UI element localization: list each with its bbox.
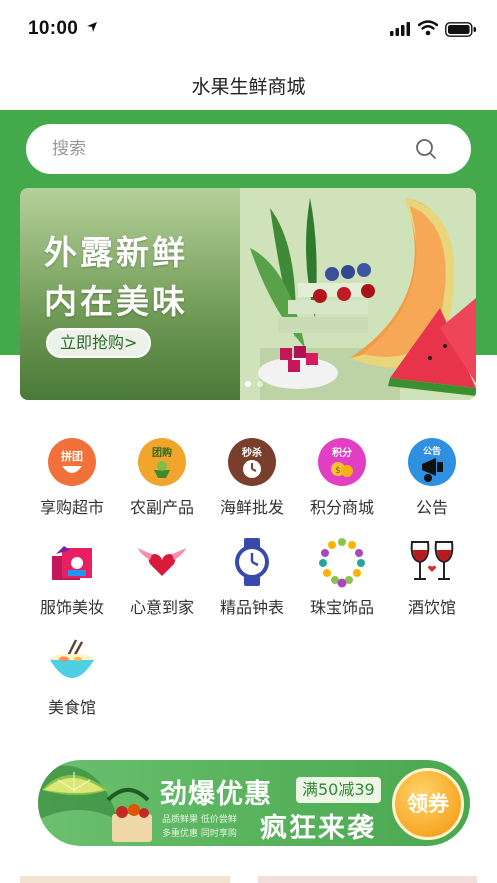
- announcement-icon: 公告: [408, 438, 456, 486]
- winged-heart-icon: [138, 548, 186, 576]
- category-item[interactable]: 心意到家: [117, 536, 207, 618]
- buy-now-button[interactable]: 立即抢购>: [46, 328, 152, 358]
- category-item[interactable]: 精品钟表: [207, 536, 297, 618]
- search-input[interactable]: [52, 136, 412, 162]
- coupon-subtitle: 多重优惠 同时享购: [162, 829, 237, 839]
- group-buy-icon: 拼团: [48, 438, 96, 486]
- coupon-banner[interactable]: 劲爆优惠 满50减39 品质鲜果 低价尝鲜 多重优惠 同时享购 疯狂来袭 领券: [38, 760, 470, 846]
- banner-headline-line2: 内在美味: [44, 282, 188, 321]
- carousel-dot: [257, 381, 263, 387]
- category-badge: 团购: [152, 446, 172, 459]
- banner-headline: 外露新鲜 内在美味: [44, 228, 244, 326]
- category-label: 心意到家: [129, 598, 194, 617]
- category-item[interactable]: 珠宝饰品: [297, 536, 387, 618]
- watch-icon: [235, 538, 269, 586]
- search-bar[interactable]: [26, 124, 471, 174]
- clothing-icon: [52, 546, 92, 580]
- fruit-basket-icon: [38, 765, 152, 842]
- seckill-icon: 秒杀: [228, 438, 276, 486]
- category-item[interactable]: 秒杀 海鲜批发: [207, 436, 297, 518]
- coupon-headline: 疯狂来袭: [260, 813, 376, 844]
- category-item[interactable]: 服饰美妆: [27, 536, 117, 618]
- category-label: 享购超市: [39, 498, 104, 517]
- category-label: 珠宝饰品: [309, 598, 374, 617]
- category-badge: 公告: [423, 445, 441, 457]
- category-item[interactable]: 酒饮馆: [387, 536, 477, 618]
- svg-text:$: $: [335, 466, 341, 476]
- wifi-icon: [418, 20, 438, 36]
- status-bar: 10:00: [0, 0, 497, 58]
- category-badge: 拼团: [61, 449, 83, 463]
- carousel-dot-active: [245, 381, 251, 387]
- coupon-subtitle: 品质鲜果 低价尝鲜: [162, 815, 237, 825]
- category-item[interactable]: 拼团 享购超市: [27, 436, 117, 518]
- banner-headline-line1: 外露新鲜: [44, 233, 188, 272]
- category-label: 海鲜批发: [219, 498, 284, 517]
- page-title: 水果生鲜商城: [191, 76, 306, 98]
- category-label: 农副产品: [129, 498, 194, 517]
- coupon-discount-tag: 满50减39: [296, 777, 381, 803]
- battery-icon: [445, 22, 476, 37]
- category-badge: 秒杀: [242, 446, 262, 459]
- next-section-preview: [20, 876, 477, 883]
- claim-coupon-button[interactable]: 领券: [392, 768, 464, 840]
- location-arrow-icon: [87, 22, 97, 32]
- coupon-title: 劲爆优惠: [160, 779, 272, 810]
- category-item[interactable]: 团购 农副产品: [117, 436, 207, 518]
- category-item[interactable]: 美食馆: [27, 636, 117, 718]
- category-label: 酒饮馆: [407, 598, 456, 617]
- status-time: 10:00: [28, 18, 79, 39]
- category-label: 美食馆: [47, 698, 96, 717]
- category-badge: 积分: [332, 446, 352, 459]
- farm-products-icon: 团购: [138, 438, 186, 486]
- carousel-indicator[interactable]: [244, 380, 268, 388]
- noodle-bowl-icon: [50, 639, 94, 678]
- category-item[interactable]: 公告 公告: [387, 436, 477, 518]
- cellular-signal-icon: [390, 22, 410, 36]
- promo-banner[interactable]: 外露新鲜 内在美味 立即抢购>: [20, 188, 476, 400]
- necklace-icon: [319, 538, 365, 588]
- fruit-illustration-icon: [240, 188, 476, 400]
- wine-glasses-icon: [410, 541, 454, 580]
- category-label: 公告: [415, 498, 448, 517]
- category-label: 精品钟表: [219, 598, 284, 617]
- category-item[interactable]: 积分 $ 积分商城: [297, 436, 387, 518]
- category-label: 积分商城: [309, 498, 374, 517]
- points-icon: 积分 $: [318, 438, 366, 486]
- category-label: 服饰美妆: [39, 598, 104, 617]
- search-icon[interactable]: [415, 138, 437, 160]
